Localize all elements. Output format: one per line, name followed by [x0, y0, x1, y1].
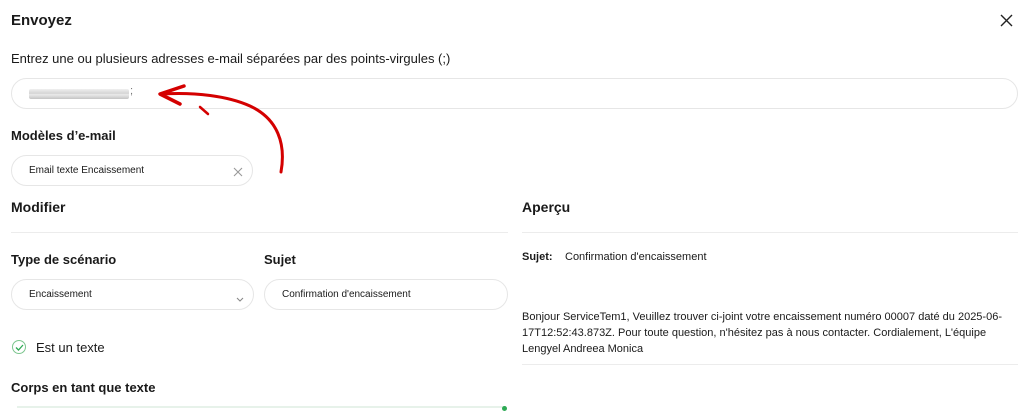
chevron-down-icon	[235, 291, 245, 302]
preview-subject-value: Confirmation d'encaissement	[565, 251, 707, 263]
is-text-checkbox[interactable]	[12, 340, 26, 354]
recipients-instruction: Entrez une ou plusieurs adresses e-mail …	[11, 51, 451, 66]
divider	[11, 232, 508, 233]
scenario-type-label: Type de scénario	[11, 252, 117, 267]
template-select[interactable]: Email texte Encaissement	[11, 155, 253, 186]
is-text-label: Est un texte	[36, 340, 105, 355]
divider	[522, 364, 1018, 365]
recipient-separator: ;	[130, 85, 134, 97]
body-text-label: Corps en tant que texte	[11, 380, 156, 395]
templates-label: Modèles d’e-mail	[11, 128, 116, 143]
subject-input[interactable]: Confirmation d'encaissement	[264, 279, 508, 310]
subject-label: Sujet	[264, 252, 296, 267]
template-select-value: Email texte Encaissement	[29, 165, 145, 176]
modify-heading: Modifier	[11, 199, 66, 215]
divider	[522, 232, 1018, 233]
preview-subject-label: Sujet:	[522, 251, 553, 263]
preview-body: Bonjour ServiceTem1, Veuillez trouver ci…	[522, 311, 1002, 355]
body-text-editor[interactable]	[17, 406, 506, 411]
close-icon[interactable]	[996, 10, 1018, 32]
editor-handle[interactable]	[502, 406, 507, 411]
dialog-title: Envoyez	[11, 12, 72, 29]
check-icon	[15, 344, 24, 351]
scenario-type-select[interactable]: Encaissement	[11, 279, 254, 310]
preview-heading: Aperçu	[522, 199, 571, 215]
scenario-type-value: Encaissement	[29, 289, 92, 300]
clear-icon[interactable]	[232, 165, 244, 177]
redacted-email	[29, 89, 129, 99]
subject-input-value: Confirmation d'encaissement	[282, 289, 411, 300]
